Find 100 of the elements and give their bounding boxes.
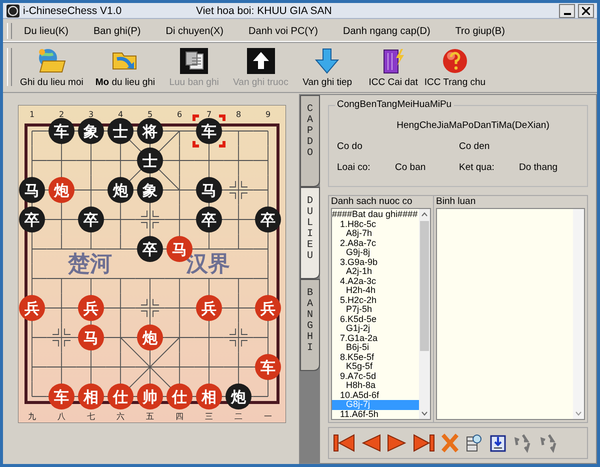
chess-piece[interactable]: 卒: [255, 206, 281, 232]
grid-point[interactable]: [32, 381, 48, 397]
chess-piece[interactable]: 象: [137, 177, 163, 203]
move-entry[interactable]: G9j-8j: [332, 248, 419, 258]
grid-point[interactable]: [46, 352, 77, 382]
move-entry[interactable]: ####Bat dau ghi####: [332, 210, 419, 220]
grid-point[interactable]: [164, 174, 195, 206]
chess-piece[interactable]: 卒: [78, 206, 104, 232]
grid-point[interactable]: [223, 352, 254, 382]
grid-point[interactable]: [105, 204, 136, 235]
menu-item[interactable]: Danh voi PC(Y): [242, 26, 327, 37]
grid-point[interactable]: [252, 145, 268, 176]
move-entry[interactable]: P7j-5h: [332, 305, 419, 314]
grid-point[interactable]: [76, 278, 106, 294]
grid-point[interactable]: [32, 130, 48, 146]
chess-piece[interactable]: 帅: [137, 384, 163, 410]
chess-piece[interactable]: 兵: [19, 295, 45, 321]
grid-point[interactable]: [194, 234, 224, 250]
toolbar-grip[interactable]: [7, 48, 12, 86]
menu-item[interactable]: Di chuyen(X): [160, 26, 233, 37]
import-button[interactable]: [489, 433, 507, 453]
grid-point[interactable]: [164, 352, 195, 382]
scrollbar[interactable]: [419, 209, 430, 419]
chess-piece[interactable]: 卒: [196, 206, 222, 232]
chess-piece[interactable]: 仕: [108, 384, 134, 410]
toolbar-button[interactable]: Mo du lieu ghi: [93, 46, 158, 88]
chess-piece[interactable]: 兵: [255, 295, 281, 321]
chess-piece[interactable]: 相: [78, 384, 104, 410]
move-entry[interactable]: H2h-4h: [332, 286, 419, 296]
grid-point[interactable]: [223, 292, 254, 324]
grid-point[interactable]: [252, 234, 268, 264]
grid-point[interactable]: [164, 322, 195, 353]
grid-point[interactable]: [134, 278, 166, 294]
scrollbar[interactable]: [573, 209, 584, 419]
grid-point[interactable]: [134, 204, 166, 235]
menu-item[interactable]: Tro giup(B): [449, 26, 514, 37]
toolbar-button[interactable]: Ghi du lieu moi: [18, 46, 86, 88]
grid-point[interactable]: [46, 234, 77, 250]
recycle-button[interactable]: [513, 433, 533, 453]
grid-point[interactable]: [46, 204, 77, 235]
move-entry[interactable]: 3.G9a-9b: [332, 258, 419, 267]
grid-point[interactable]: [134, 352, 166, 382]
database-search-button[interactable]: [465, 433, 483, 453]
chess-piece[interactable]: 炮: [137, 324, 163, 350]
chess-piece[interactable]: 兵: [196, 295, 222, 321]
chess-piece[interactable]: 兵: [78, 295, 104, 321]
grid-point[interactable]: [164, 130, 195, 146]
grid-point[interactable]: [46, 322, 77, 353]
chess-piece[interactable]: 车: [255, 354, 281, 380]
minimize-button[interactable]: [559, 4, 575, 18]
grid-point[interactable]: [223, 145, 254, 176]
move-entry[interactable]: 6.K5d-5e: [332, 314, 419, 324]
grid-point[interactable]: [164, 204, 195, 235]
grid-point[interactable]: [46, 292, 77, 324]
chess-piece[interactable]: 将: [137, 118, 163, 144]
close-button[interactable]: [578, 4, 594, 18]
chess-piece[interactable]: 士: [108, 118, 134, 144]
grid-point[interactable]: [76, 145, 106, 176]
grid-point[interactable]: [194, 145, 224, 176]
grid-point[interactable]: [76, 174, 106, 206]
move-entry[interactable]: H8h-8a: [332, 381, 419, 390]
chess-piece[interactable]: 马: [78, 324, 104, 350]
recycle-button[interactable]: [539, 433, 559, 453]
grid-point[interactable]: [46, 145, 77, 176]
toolbar-button[interactable]: ICC Cai dat: [364, 46, 422, 88]
grid-point[interactable]: [223, 234, 254, 250]
move-entry[interactable]: 9.A7c-5d: [332, 372, 419, 381]
grid-point[interactable]: [223, 278, 254, 294]
toolbar-button[interactable]: Van ghi tiep: [298, 46, 356, 88]
chess-piece[interactable]: 马: [196, 177, 222, 203]
chess-piece[interactable]: 相: [196, 384, 222, 410]
chess-piece[interactable]: 仕: [166, 384, 192, 410]
move-entry[interactable]: 10.A5d-6f: [332, 390, 419, 400]
grid-point[interactable]: [32, 234, 48, 264]
grid-point[interactable]: [76, 234, 106, 250]
move-entry[interactable]: 4.A2a-3c: [332, 276, 419, 286]
move-entry[interactable]: A2j-1h: [332, 267, 419, 276]
chess-piece[interactable]: 士: [137, 148, 163, 174]
chess-piece[interactable]: 卒: [137, 236, 163, 262]
menu-grip[interactable]: [7, 23, 12, 40]
grid-point[interactable]: [194, 322, 224, 353]
move-entry[interactable]: A8j-7h: [332, 229, 419, 238]
grid-point[interactable]: [223, 130, 254, 146]
grid-point[interactable]: [105, 234, 136, 250]
move-entry[interactable]: B6j-5i: [332, 343, 419, 352]
grid-point[interactable]: [32, 352, 48, 382]
grid-point[interactable]: [223, 204, 254, 235]
grid-point[interactable]: [252, 263, 268, 294]
side-tab[interactable]: BANGHI: [300, 279, 320, 371]
last-move-button[interactable]: [413, 433, 435, 453]
menu-item[interactable]: Ban ghi(P): [87, 26, 150, 37]
next-move-button[interactable]: [387, 433, 407, 453]
grid-point[interactable]: [223, 322, 254, 353]
grid-point[interactable]: [76, 352, 106, 382]
move-entry[interactable]: 1.H8c-5c: [332, 220, 419, 229]
grid-point[interactable]: [252, 381, 268, 397]
toolbar-button[interactable]: ICC Trang chu: [422, 46, 488, 88]
chess-piece[interactable]: 卒: [19, 206, 45, 232]
grid-point[interactable]: [105, 292, 136, 324]
side-tab[interactable]: DULIEU: [300, 187, 320, 279]
